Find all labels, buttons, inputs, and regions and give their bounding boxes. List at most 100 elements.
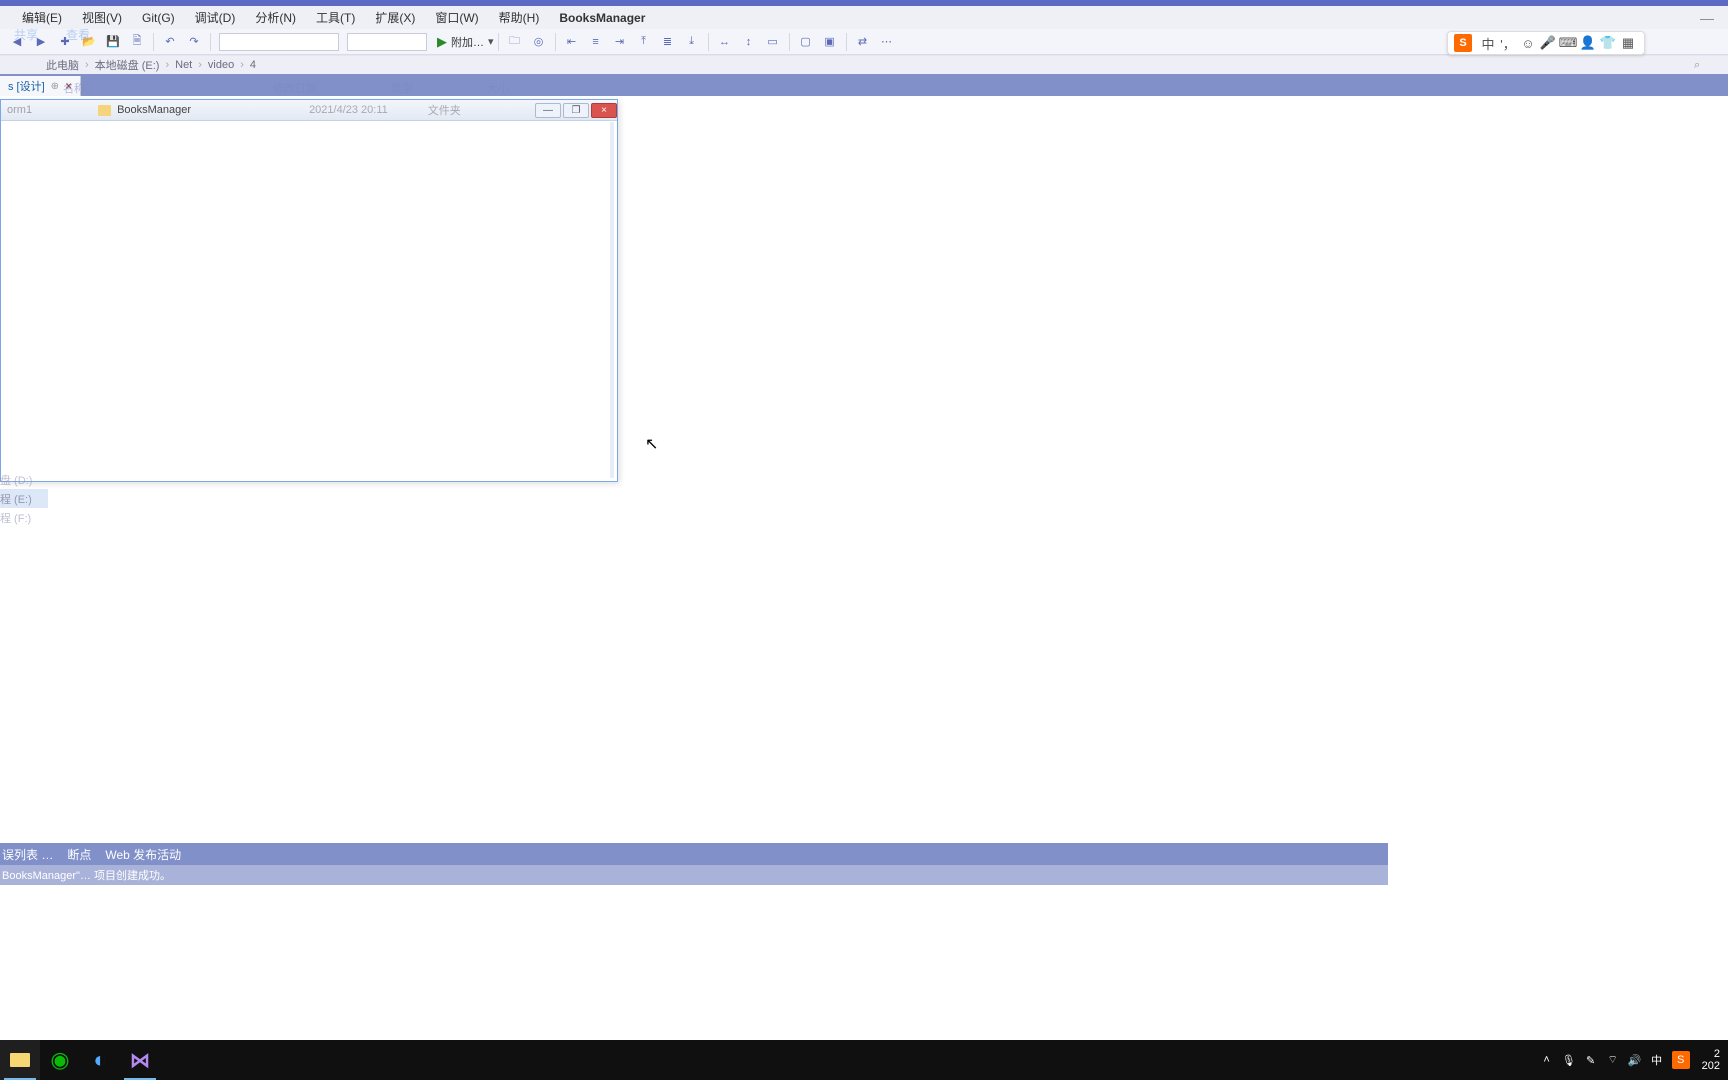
taskbar-wechat[interactable]: ◉ (40, 1040, 80, 1080)
start-run-icon[interactable]: ▶ (437, 34, 447, 50)
toolbar-sep (210, 33, 211, 51)
platform-dropdown[interactable] (347, 33, 427, 51)
maximize-button[interactable]: ❐ (563, 103, 589, 118)
tab-errorlist[interactable]: 误列表 … (2, 846, 53, 863)
menu-analyze[interactable]: 分析(N) (245, 9, 306, 26)
bring-front-icon[interactable]: ▢ (796, 32, 816, 52)
drive-list: 盘 (D:) 程 (E:) 程 (F:) (0, 470, 48, 527)
hspace-icon[interactable]: ↔ (715, 32, 735, 52)
menu-debug[interactable]: 调试(D) (185, 9, 246, 26)
system-tray: ˄ 🎙 ✎ ⌔ 🔊 中 S 2 202 (1536, 1040, 1728, 1080)
tray-edit-icon[interactable]: ✎ (1580, 1054, 1602, 1067)
align-mid-icon[interactable]: ≣ (658, 32, 678, 52)
align-left-icon[interactable]: ⇤ (562, 32, 582, 52)
crumb-drive[interactable]: 本地磁盘 (E:) (89, 57, 166, 73)
vs-minimize-icon[interactable]: — (1700, 10, 1714, 26)
close-button[interactable]: × (591, 103, 617, 118)
align-right-icon[interactable]: ⇥ (610, 32, 630, 52)
align-top-icon[interactable]: ⤒ (634, 32, 654, 52)
toolbar-sep (555, 33, 556, 51)
taskbar-browser[interactable]: ◐ (80, 1040, 120, 1080)
col-name[interactable]: 名称 (63, 80, 273, 96)
config-dropdown[interactable] (219, 33, 339, 51)
ime-voice-icon[interactable]: 🎤 (1538, 33, 1558, 53)
clock-date: 202 (1702, 1060, 1720, 1072)
output-text: BooksManager"… 项目创建成功。 (2, 867, 171, 883)
send-back-icon[interactable]: ▣ (820, 32, 840, 52)
tool-snapshot-icon[interactable]: ◎ (529, 32, 549, 52)
cursor-icon: ↖ (645, 434, 658, 454)
ime-lang[interactable]: 中 (1478, 33, 1498, 53)
toolbar-sep (846, 33, 847, 51)
ime-skin-icon[interactable]: 👕 (1598, 33, 1618, 53)
taskbar: ◉ ◐ ⋈ ˄ 🎙 ✎ ⌔ 🔊 中 S 2 202 (0, 1040, 1728, 1080)
taskbar-visualstudio[interactable]: ⋈ (120, 1040, 160, 1080)
save-icon[interactable]: 💾 (103, 32, 123, 52)
explorer-tab-view[interactable]: 查看 (66, 26, 90, 43)
tray-mic-icon[interactable]: 🎙 (1558, 1054, 1580, 1067)
col-date[interactable]: 修改日期 (273, 80, 391, 96)
more-icon[interactable]: ⋯ (877, 32, 897, 52)
ime-toolbar[interactable]: S 中 '， ☺ 🎤 ⌨ 👤 👕 ▦ (1447, 31, 1645, 55)
tray-wifi-icon[interactable]: ⌔ (1602, 1053, 1624, 1067)
size-icon[interactable]: ▭ (763, 32, 783, 52)
tray-ime-lang[interactable]: 中 (1646, 1052, 1668, 1068)
form-titlebar[interactable]: orm1 BooksManager 2021/4/23 20:11 文件夹 — … (1, 100, 617, 121)
vspace-icon[interactable]: ↕ (739, 32, 759, 52)
search-icon[interactable]: ⌕ (1694, 59, 1708, 72)
ime-emoji-icon[interactable]: ☺ (1518, 33, 1538, 53)
folder-icon (10, 1053, 30, 1067)
output-line: BooksManager"… 项目创建成功。 (0, 865, 1388, 885)
tray-sogou-icon[interactable]: S (1672, 1051, 1690, 1069)
window-buttons: — ❐ × (533, 103, 617, 118)
tab-label: s [设计] (8, 78, 45, 94)
form-designer-window[interactable]: orm1 BooksManager 2021/4/23 20:11 文件夹 — … (0, 99, 618, 482)
crumb-net[interactable]: Net (169, 59, 198, 71)
undo-icon[interactable]: ↶ (160, 32, 180, 52)
project-title: BooksManager (559, 11, 645, 25)
align-bottom-icon[interactable]: ⤓ (682, 32, 702, 52)
ime-logo-icon[interactable]: S (1454, 34, 1472, 52)
tray-volume-icon[interactable]: 🔊 (1624, 1054, 1646, 1067)
save-all-icon[interactable]: 🗎 (127, 32, 147, 52)
ime-punct-icon[interactable]: '， (1498, 33, 1518, 53)
menu-tools[interactable]: 工具(T) (306, 9, 365, 26)
drive-e[interactable]: 程 (E:) (0, 489, 48, 508)
tab-webpublish[interactable]: Web 发布活动 (105, 846, 181, 863)
crumb-pc[interactable]: 此电脑 (40, 57, 85, 73)
taskbar-explorer[interactable] (0, 1040, 40, 1080)
menu-help[interactable]: 帮助(H) (489, 9, 550, 26)
tray-clock[interactable]: 2 202 (1694, 1048, 1728, 1072)
folder-icon (98, 105, 111, 116)
crumb-4[interactable]: 4 (244, 59, 262, 71)
menu-extensions[interactable]: 扩展(X) (365, 9, 425, 26)
menu-window[interactable]: 窗口(W) (425, 9, 488, 26)
pin-icon[interactable]: ⊕ (51, 81, 59, 92)
ime-keyboard-icon[interactable]: ⌨ (1558, 33, 1578, 53)
toolbar-sep (498, 33, 499, 51)
explorer-item-name[interactable]: BooksManager (117, 104, 191, 116)
tool-folder-icon[interactable]: 🗀 (505, 32, 525, 52)
col-type[interactable]: 类型 (391, 80, 487, 96)
start-run-label[interactable]: 附加… (447, 34, 488, 50)
menu-bar: 编辑(E) 视图(V) Git(G) 调试(D) 分析(N) 工具(T) 扩展(… (0, 6, 1728, 29)
run-dropdown-icon[interactable]: ▾ (488, 35, 494, 48)
drive-d[interactable]: 盘 (D:) (0, 470, 48, 489)
tray-show-hidden-icon[interactable]: ˄ (1536, 1054, 1558, 1066)
explorer-tab-share[interactable]: 共享 (14, 26, 38, 43)
align-center-icon[interactable]: ≡ (586, 32, 606, 52)
drive-f[interactable]: 程 (F:) (0, 508, 48, 527)
ime-tools-icon[interactable]: ▦ (1618, 33, 1638, 53)
minimize-button[interactable]: — (535, 103, 561, 118)
tab-order-icon[interactable]: ⇄ (853, 32, 873, 52)
col-size[interactable]: 大小 (487, 80, 509, 96)
breadcrumb: 此电脑 › 本地磁盘 (E:) › Net › video › 4 ⌕ (0, 55, 1728, 74)
ime-user-icon[interactable]: 👤 (1578, 33, 1598, 53)
form-client-area[interactable] (2, 122, 614, 478)
tab-breakpoints[interactable]: 断点 (67, 846, 91, 863)
crumb-video[interactable]: video (202, 59, 240, 71)
menu-git[interactable]: Git(G) (132, 11, 185, 25)
redo-icon[interactable]: ↷ (184, 32, 204, 52)
explorer-item-type: 文件夹 (428, 102, 461, 118)
scrollbar[interactable] (610, 122, 614, 478)
